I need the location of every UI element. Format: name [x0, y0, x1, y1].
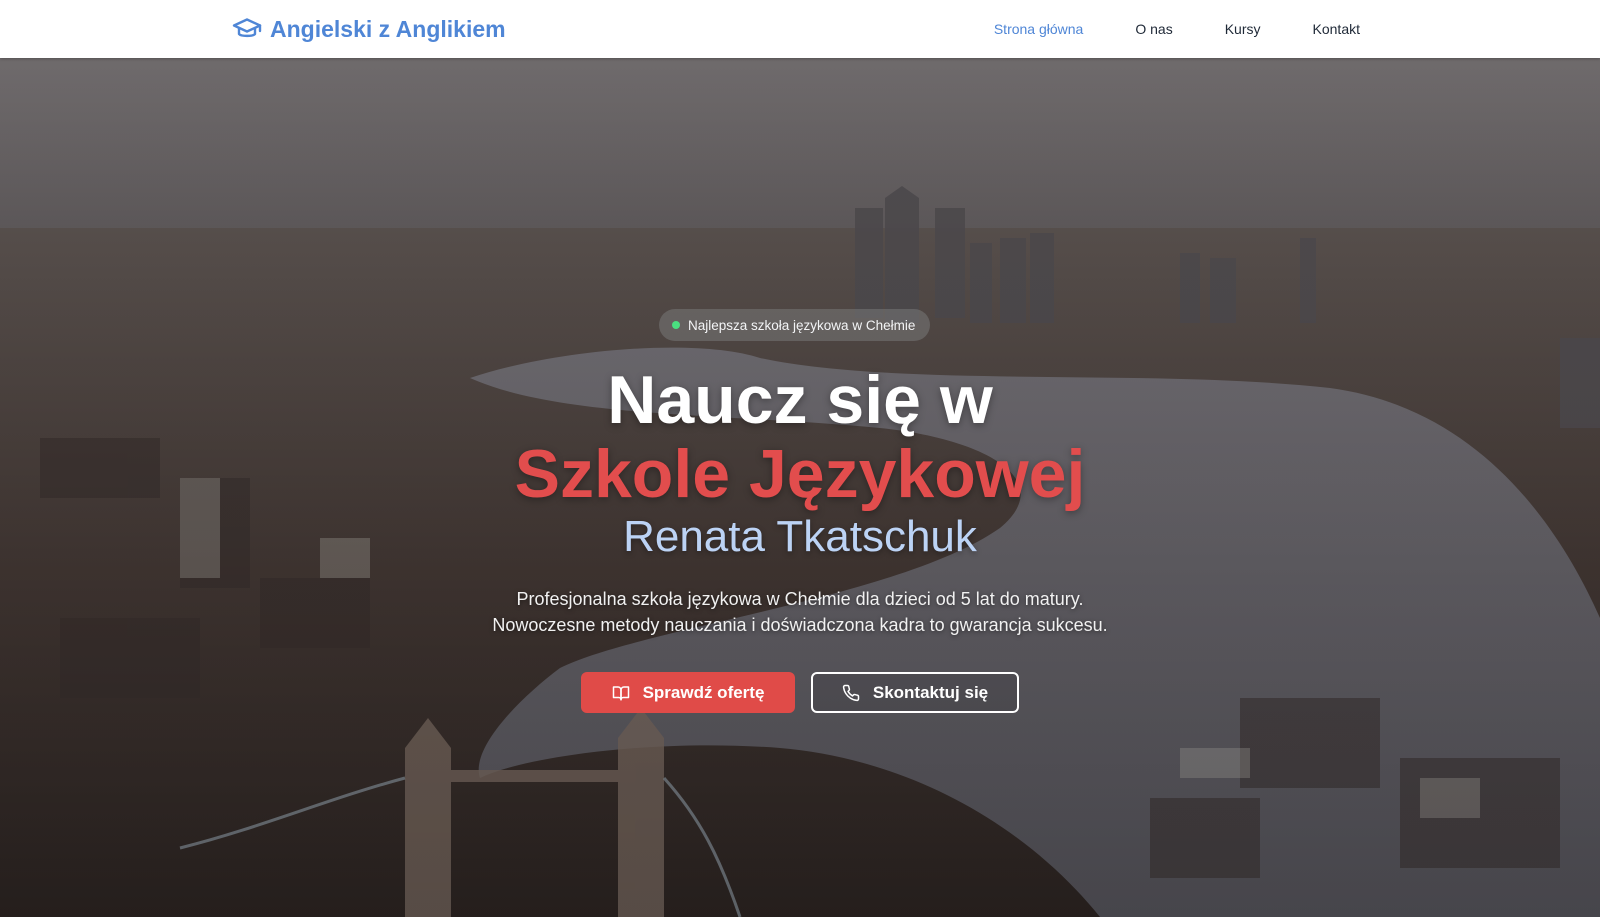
brand-name: Angielski z Anglikiem	[270, 15, 506, 42]
hero-section: Najlepsza szkoła językowa w Chełmie Nauc…	[0, 58, 1600, 917]
nav-item-courses[interactable]: Kursy	[1225, 21, 1261, 37]
hero-title-line1: Naucz się w	[607, 362, 993, 438]
graduation-cap-icon	[232, 17, 262, 41]
nav-item-contact[interactable]: Kontakt	[1313, 21, 1360, 37]
nav-item-home[interactable]: Strona główna	[994, 21, 1084, 37]
hero-title-line2: Szkole Językowej	[514, 436, 1086, 512]
site-header: Angielski z Anglikiem Strona główna O na…	[0, 0, 1600, 58]
nav-item-about[interactable]: O nas	[1135, 21, 1172, 37]
main-navigation: Strona główna O nas Kursy Kontakt	[942, 0, 1360, 58]
contact-label: Skontaktuj się	[872, 682, 989, 702]
check-offer-button[interactable]: Sprawdź ofertę	[581, 672, 795, 713]
hero-description: Profesjonalna szkoła językowa w Chełmie …	[0, 586, 1600, 638]
contact-button[interactable]: Skontaktuj się	[811, 672, 1019, 713]
badge-text: Najlepsza szkoła językowa w Chełmie	[688, 317, 916, 333]
hero-content: Najlepsza szkoła językowa w Chełmie Nauc…	[0, 58, 1600, 917]
hero-title-line3: Renata Tkatschuk	[623, 512, 977, 561]
status-dot	[672, 321, 680, 329]
hero-description-line1: Profesjonalna szkoła językowa w Chełmie …	[516, 589, 1084, 609]
check-offer-label: Sprawdź ofertę	[642, 682, 765, 702]
book-open-icon	[612, 684, 630, 702]
phone-icon	[842, 684, 860, 702]
school-badge: Najlepsza szkoła językowa w Chełmie	[659, 309, 931, 341]
brand-logo-link[interactable]: Angielski z Anglikiem	[232, 13, 506, 45]
hero-description-line2: Nowoczesne metody nauczania i doświadczo…	[492, 615, 1108, 635]
